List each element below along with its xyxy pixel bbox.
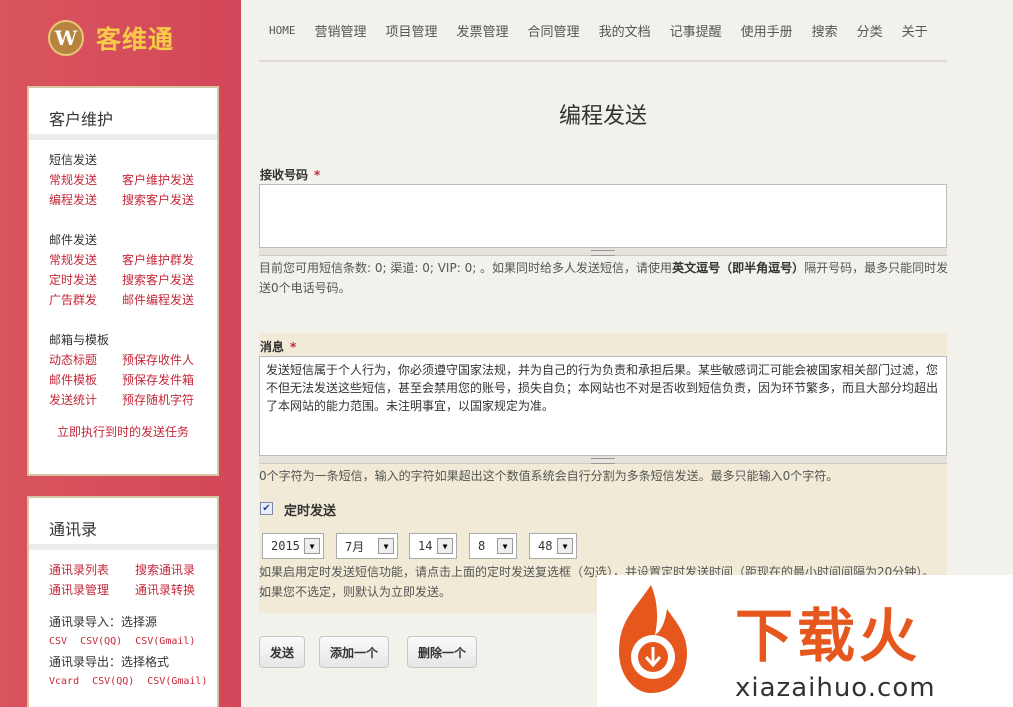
nav-documents[interactable]: 我的文档 (599, 21, 651, 40)
required-mark: * (314, 168, 321, 182)
schedule-checkbox[interactable]: ✔ (260, 502, 273, 515)
dropdown-arrow-icon: ▼ (497, 538, 513, 554)
page-title: 编程发送 (558, 104, 647, 129)
sms-program-send-link[interactable]: 编程发送 (49, 190, 122, 210)
schedule-label: 定时发送 (284, 504, 337, 519)
mail-template-link[interactable]: 邮件模板 (49, 370, 122, 390)
nav-home[interactable]: HOME (269, 24, 296, 37)
nav-search[interactable]: 搜索 (812, 21, 838, 40)
export-csv-gmail-link[interactable]: CSV(Gmail) (147, 672, 207, 692)
logo-text: 客维通 (96, 25, 175, 54)
customer-panel-title: 客户维护 (29, 88, 217, 140)
receiver-input[interactable] (259, 184, 947, 248)
mail-search-customer-link[interactable]: 搜索客户发送 (122, 270, 194, 290)
export-vcard-link[interactable]: Vcard (49, 672, 79, 692)
hour-select[interactable]: 8 ▼ (469, 533, 517, 559)
watermark: 下载火 xiazaihuo.com (597, 575, 1013, 707)
nav-manual[interactable]: 使用手册 (741, 21, 793, 40)
day-select[interactable]: 14 ▼ (409, 533, 457, 559)
sms-count: 0 (374, 261, 383, 275)
max-count: 0 (271, 281, 279, 295)
saved-recipients-link[interactable]: 预保存收件人 (122, 350, 194, 370)
message-input[interactable]: 发送短信属于个人行为，你必须遵守国家法规，并为自己的行为负责和承担后果。某些敏感… (259, 356, 947, 456)
delete-one-button[interactable]: 删除一个 (407, 636, 478, 668)
send-stats-link[interactable]: 发送统计 (49, 390, 122, 410)
receiver-label: 接收号码 * (260, 168, 321, 182)
run-due-tasks-link[interactable]: 立即执行到时的发送任务 (57, 422, 217, 442)
contacts-panel-title: 通讯录 (29, 498, 217, 550)
dropdown-arrow-icon: ▼ (437, 538, 453, 554)
nav-categories[interactable]: 分类 (857, 21, 883, 40)
import-csv-link[interactable]: CSV (49, 632, 67, 652)
year-select[interactable]: 2015 ▼ (262, 533, 324, 559)
mail-normal-send-link[interactable]: 常规发送 (49, 250, 122, 270)
watermark-cn: 下载火 (735, 602, 922, 670)
message-resize-handle[interactable] (259, 456, 947, 464)
minute-select[interactable]: 48 ▼ (529, 533, 577, 559)
nav-marketing[interactable]: 营销管理 (315, 21, 367, 40)
logo-icon: W (48, 20, 84, 56)
mail-customer-group-link[interactable]: 客户维护群发 (122, 250, 194, 270)
mail-timed-send-link[interactable]: 定时发送 (49, 270, 122, 290)
contacts-convert-link[interactable]: 通讯录转换 (135, 580, 195, 600)
watermark-en: xiazaihuo.com (735, 673, 936, 703)
receiver-help: 目前您可用短信条数: 0; 渠道: 0; VIP: 0; 。如果同时给多人发送短… (259, 261, 949, 295)
contacts-panel: 通讯录 通讯录列表 搜索通讯录 通讯录管理 通讯录转换 通讯录导入：选择源 CS… (27, 496, 219, 707)
saved-senders-link[interactable]: 预保存发件箱 (122, 370, 194, 390)
sidebar: W 客维通 客户维护 短信发送 常规发送 客户维护发送 编程发送 搜索客户发送 … (0, 0, 241, 707)
nav-contracts[interactable]: 合同管理 (528, 21, 580, 40)
add-one-button[interactable]: 添加一个 (319, 636, 390, 668)
nav-reminders[interactable]: 记事提醒 (670, 21, 722, 40)
flame-icon (619, 585, 687, 693)
import-csv-qq-link[interactable]: CSV(QQ) (80, 632, 122, 652)
dynamic-title-link[interactable]: 动态标题 (49, 350, 122, 370)
mailbox-group-title: 邮箱与模板 (49, 333, 110, 347)
sms-search-customer-link[interactable]: 搜索客户发送 (122, 190, 194, 210)
send-button[interactable]: 发送 (259, 636, 306, 668)
contacts-list-link[interactable]: 通讯录列表 (49, 560, 135, 580)
import-csv-gmail-link[interactable]: CSV(Gmail) (135, 632, 195, 652)
random-chars-link[interactable]: 预存随机字符 (122, 390, 194, 410)
sms-normal-send-link[interactable]: 常规发送 (49, 170, 122, 190)
dropdown-arrow-icon: ▼ (378, 538, 394, 554)
required-mark: * (290, 340, 297, 354)
logo[interactable]: W 客维通 (48, 18, 174, 58)
month-select[interactable]: 7月 ▼ (336, 533, 398, 559)
sms-group-title: 短信发送 (49, 153, 98, 167)
mail-group-title: 邮件发送 (49, 233, 98, 247)
message-help: 0个字符为一条短信，输入的字符如果超出这个数值系统会自行分割为多条短信发送。最多… (259, 469, 839, 483)
message-label: 消息 * (260, 340, 297, 354)
receiver-resize-handle[interactable] (259, 248, 947, 256)
mail-ad-group-link[interactable]: 广告群发 (49, 290, 122, 310)
dropdown-arrow-icon: ▼ (557, 538, 573, 554)
channel-count: 0 (422, 261, 430, 275)
nav-about[interactable]: 关于 (902, 21, 928, 40)
export-csv-qq-link[interactable]: CSV(QQ) (92, 672, 134, 692)
check-icon: ✔ (262, 503, 271, 514)
sms-customer-send-link[interactable]: 客户维护发送 (122, 170, 194, 190)
search-contacts-link[interactable]: 搜索通讯录 (135, 560, 195, 580)
contacts-manage-link[interactable]: 通讯录管理 (49, 580, 135, 600)
top-nav: HOME 营销管理 项目管理 发票管理 合同管理 我的文档 记事提醒 使用手册 … (259, 0, 947, 62)
nav-invoices[interactable]: 发票管理 (457, 21, 509, 40)
dropdown-arrow-icon: ▼ (304, 538, 320, 554)
contacts-export-label: 通讯录导出：选择格式 (49, 655, 170, 669)
contacts-import-label: 通讯录导入：选择源 (49, 615, 158, 629)
mail-program-send-link[interactable]: 邮件编程发送 (122, 290, 194, 310)
customer-panel: 客户维护 短信发送 常规发送 客户维护发送 编程发送 搜索客户发送 邮件发送 常… (27, 86, 219, 476)
nav-projects[interactable]: 项目管理 (386, 21, 438, 40)
